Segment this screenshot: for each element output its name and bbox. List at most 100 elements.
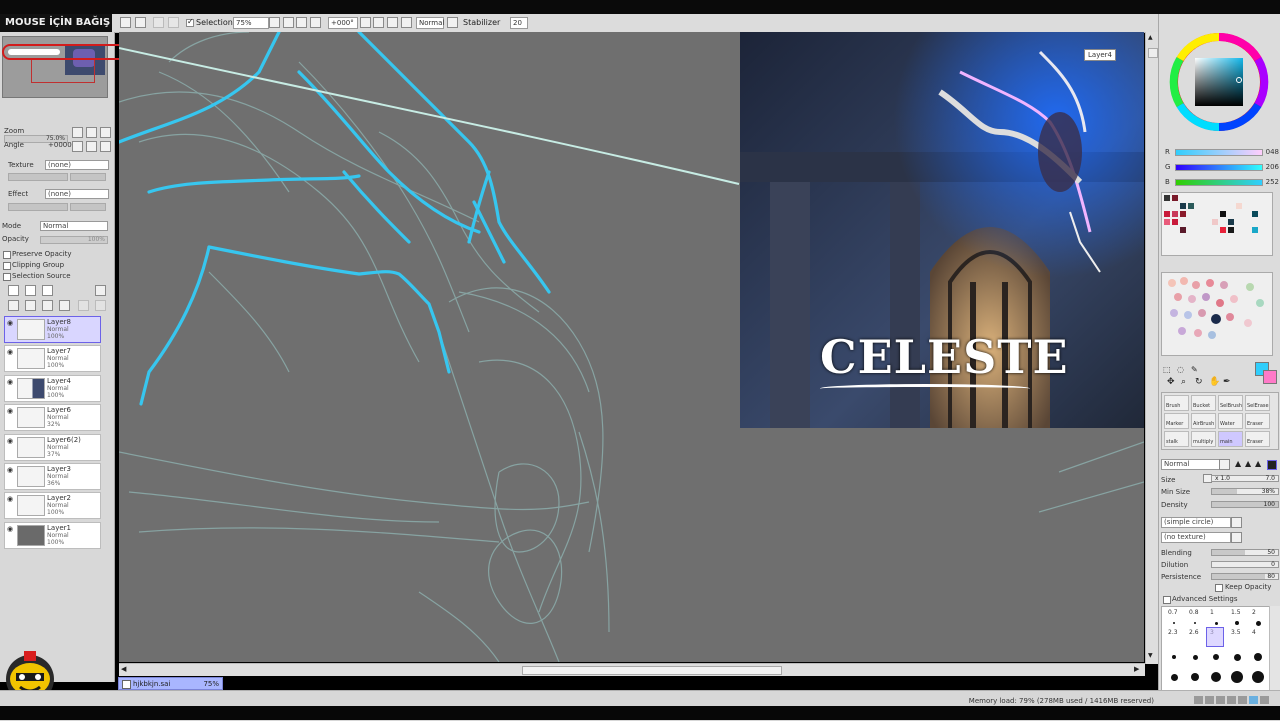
size-preset-dot[interactable] xyxy=(1233,653,1241,661)
zoom-reset-button[interactable] xyxy=(310,17,321,28)
visibility-eye-icon[interactable]: ◉ xyxy=(7,378,15,386)
clipping-group-checkbox[interactable] xyxy=(3,262,11,270)
rotate-reset-button[interactable] xyxy=(387,17,398,28)
layer-mask-button[interactable] xyxy=(78,300,89,311)
blend-dropdown-icon[interactable] xyxy=(447,17,458,28)
nav-zoom-reset-button[interactable] xyxy=(100,127,111,138)
eyedropper-icon[interactable]: ✒ xyxy=(1223,377,1231,387)
size-preset-dot[interactable] xyxy=(1172,655,1176,659)
tool-button[interactable]: Eraser xyxy=(1245,431,1270,447)
tool-button[interactable]: AirBrush xyxy=(1191,413,1216,429)
rotate-right-button[interactable] xyxy=(373,17,384,28)
delete-layer-button[interactable] xyxy=(59,300,70,311)
angle-select[interactable]: +000° xyxy=(328,17,358,29)
size-slider[interactable]: x 1.0 7.0 xyxy=(1211,475,1279,482)
layer-row[interactable]: ◉ Layer2 Normal 100% xyxy=(4,492,101,520)
size-preset-dot[interactable] xyxy=(1252,671,1264,683)
nav-rotate-reset-button[interactable] xyxy=(100,141,111,152)
size-presets-scrollbar[interactable] xyxy=(1269,606,1280,690)
visibility-eye-icon[interactable]: ◉ xyxy=(7,349,15,356)
tool-button[interactable]: SelErase xyxy=(1245,395,1270,411)
zoom-select[interactable]: 75% xyxy=(233,17,269,29)
tool-button[interactable]: Water xyxy=(1218,413,1243,429)
layer-row[interactable]: ◉ Layer3 Normal 36% xyxy=(4,463,101,490)
blue-slider[interactable] xyxy=(1175,179,1263,186)
size-preset-dot[interactable] xyxy=(1213,654,1219,660)
fill-button[interactable] xyxy=(168,17,179,28)
scroll-up-icon[interactable]: ▲ xyxy=(1148,34,1155,41)
tool-button[interactable]: multiply xyxy=(1191,431,1216,447)
tool-button[interactable]: stalk xyxy=(1164,431,1189,447)
blending-slider[interactable]: 50 xyxy=(1211,549,1279,556)
size-preset-label[interactable]: 0.7 xyxy=(1168,609,1178,616)
brush-mode-select[interactable]: Normal xyxy=(1161,459,1225,470)
texture-strength-slider[interactable] xyxy=(70,173,106,181)
effect-select[interactable]: (none) xyxy=(45,189,109,199)
deselect-button[interactable] xyxy=(120,17,131,28)
size-preset-label[interactable]: 4 xyxy=(1252,629,1256,636)
move-tool-icon[interactable]: ✥ xyxy=(1167,377,1175,387)
visibility-eye-icon[interactable]: ◉ xyxy=(7,408,15,415)
color-wheel[interactable] xyxy=(1169,32,1269,132)
size-preset-label[interactable]: 2.6 xyxy=(1189,629,1199,636)
tool-button[interactable]: SelBrush xyxy=(1218,395,1243,411)
size-preset-label[interactable]: 2.3 xyxy=(1168,629,1178,636)
visibility-eye-icon[interactable]: ◉ xyxy=(7,467,15,474)
size-preset-dot[interactable] xyxy=(1211,672,1221,682)
layer-panel-options-button[interactable] xyxy=(95,285,106,296)
clear-layer-button[interactable] xyxy=(42,300,53,311)
size-preset-dot[interactable] xyxy=(1231,671,1243,683)
size-preset-dot[interactable] xyxy=(1170,673,1178,681)
size-preset-dot[interactable] xyxy=(1193,621,1197,625)
size-preset-dot[interactable] xyxy=(1254,653,1262,661)
scroll-left-icon[interactable]: ◀ xyxy=(121,665,126,673)
green-slider[interactable] xyxy=(1175,164,1263,171)
visibility-eye-icon[interactable]: ◉ xyxy=(7,496,15,503)
effect-strength-slider[interactable] xyxy=(70,203,106,211)
brush-texture-dropdown-icon[interactable] xyxy=(1231,532,1242,543)
brush-texture-select[interactable]: (no texture) xyxy=(1161,532,1231,543)
layer-properties-button[interactable] xyxy=(95,300,106,311)
horizontal-scroll-thumb[interactable] xyxy=(522,666,782,675)
nav-zoom-in-button[interactable] xyxy=(86,127,97,138)
invert-selection-button[interactable] xyxy=(135,17,146,28)
select-tool-icon[interactable]: ⬚ xyxy=(1163,365,1171,374)
vertical-scrollbar[interactable]: ▲ ▼ xyxy=(1145,32,1158,664)
opacity-slider[interactable]: 100% xyxy=(40,236,108,244)
min-size-slider[interactable]: 38% xyxy=(1211,488,1279,495)
swatch-palette[interactable] xyxy=(1161,192,1273,256)
size-preset-label[interactable]: 1.5 xyxy=(1231,609,1241,616)
blend-mode-select[interactable]: Normal xyxy=(416,17,444,29)
nav-zoom-out-button[interactable] xyxy=(72,127,83,138)
brush-shape-select[interactable]: (simple circle) xyxy=(1161,517,1231,528)
stabilizer-select[interactable]: 20 xyxy=(510,17,528,29)
transfer-down-button[interactable] xyxy=(8,300,19,311)
scroll-down-icon[interactable]: ▼ xyxy=(1148,652,1155,659)
rotate-tool-icon[interactable]: ↻ xyxy=(1195,377,1203,387)
hand-tool-icon[interactable]: ✋ xyxy=(1209,377,1220,387)
scroll-right-icon[interactable]: ▶ xyxy=(1134,665,1139,673)
merge-down-button[interactable] xyxy=(25,300,36,311)
size-preset-dot[interactable] xyxy=(1255,620,1261,626)
persistence-slider[interactable]: 80 xyxy=(1211,573,1279,580)
size-preset-label[interactable]: 1 xyxy=(1210,609,1214,616)
size-preset-dot[interactable] xyxy=(1191,673,1199,681)
size-preset-dot[interactable] xyxy=(1192,654,1198,660)
zoom-dropdown-icon[interactable] xyxy=(269,17,280,28)
effect-width-slider[interactable] xyxy=(8,203,68,211)
color-mixer-scratchpad[interactable] xyxy=(1161,272,1273,356)
dilution-slider[interactable]: 0 xyxy=(1211,561,1279,568)
selection-source-checkbox[interactable] xyxy=(3,273,11,281)
status-tray-icons[interactable] xyxy=(1194,696,1278,704)
red-slider[interactable] xyxy=(1175,149,1263,156)
drawing-canvas[interactable]: CELESTE Layer4 xyxy=(119,32,1144,662)
nav-rotate-right-button[interactable] xyxy=(86,141,97,152)
magic-wand-icon[interactable]: ✎ xyxy=(1191,365,1198,374)
size-preset-label[interactable]: 2 xyxy=(1252,609,1256,616)
texture-select[interactable]: (none) xyxy=(45,160,109,170)
texture-scale-slider[interactable] xyxy=(8,173,68,181)
tool-button[interactable]: Marker xyxy=(1164,413,1189,429)
new-folder-button[interactable] xyxy=(42,285,53,296)
preserve-opacity-checkbox[interactable] xyxy=(3,251,11,259)
tool-button[interactable]: main xyxy=(1218,431,1243,447)
